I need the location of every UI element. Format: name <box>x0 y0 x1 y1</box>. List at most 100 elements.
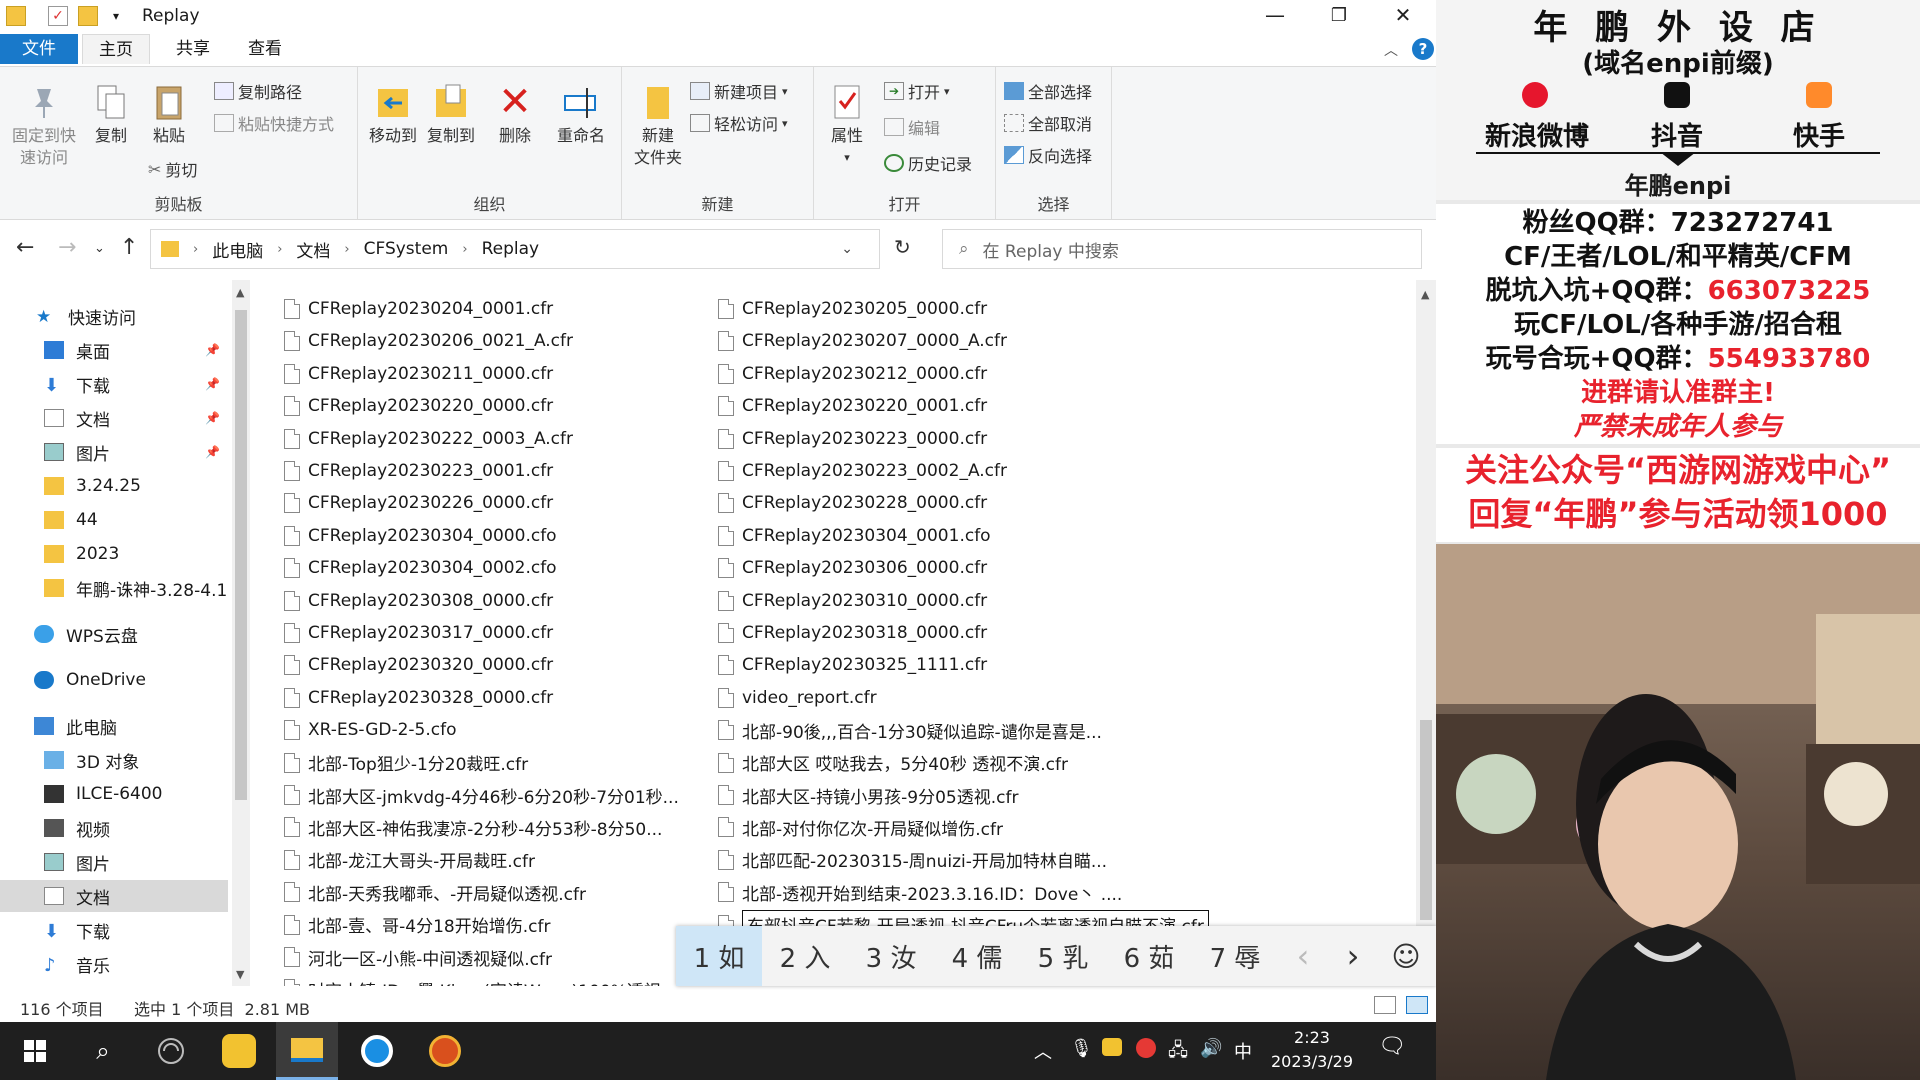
browser-icon[interactable] <box>346 1022 408 1080</box>
tray-app-icon[interactable] <box>1102 1038 1122 1056</box>
breadcrumb-documents[interactable]: 文档 <box>296 237 330 262</box>
file-scrollbar[interactable]: ▲ <box>1416 280 1436 986</box>
rename-button[interactable]: 重命名 <box>548 81 614 147</box>
file-item[interactable]: 北部匹配-20230315-周nuizi-开局加特林自瞄... <box>718 846 1107 874</box>
crossfire-game-icon[interactable] <box>414 1022 476 1080</box>
file-item[interactable]: CFReplay20230223_0001.cfr <box>284 457 553 485</box>
breadcrumb-replay[interactable]: Replay <box>482 239 540 259</box>
nav-scroll-thumb[interactable] <box>235 310 247 800</box>
minimize-button[interactable]: — <box>1244 0 1306 30</box>
nav-desktop[interactable]: 桌面 📌 <box>0 334 228 366</box>
properties-button[interactable]: 属性 ▾ <box>822 81 872 169</box>
close-button[interactable]: ✕ <box>1372 0 1434 30</box>
nav-pc-documents[interactable]: 文档 <box>0 880 228 912</box>
pin-quick-access-button[interactable]: 固定到快 速访问 <box>6 81 82 169</box>
up-arrow-icon[interactable]: ↑ <box>120 235 138 260</box>
file-item[interactable]: CFReplay20230222_0003_A.cfr <box>284 425 573 453</box>
ime-candidate-1[interactable]: 1 如 <box>676 926 762 986</box>
paste-button[interactable]: 粘贴 <box>144 81 194 147</box>
select-all-button[interactable]: 全部选择 <box>1004 79 1092 103</box>
nav-onedrive[interactable]: OneDrive <box>0 664 228 696</box>
file-item[interactable]: CFReplay20230207_0000_A.cfr <box>718 327 1007 355</box>
ime-candidate-4[interactable]: 4 儒 <box>934 926 1020 986</box>
file-item[interactable]: 北部-龙江大哥头-开局裁旺.cfr <box>284 846 535 874</box>
file-item[interactable]: CFReplay20230304_0001.cfo <box>718 522 991 550</box>
nav-documents[interactable]: 文档 📌 <box>0 402 228 434</box>
file-item[interactable]: CFReplay20230328_0000.cfr <box>284 684 553 712</box>
edit-button[interactable]: 编辑 <box>884 115 940 139</box>
file-item[interactable]: CFReplay20230228_0000.cfr <box>718 489 987 517</box>
ime-candidate-3[interactable]: 3 汝 <box>848 926 934 986</box>
ime-candidate-5[interactable]: 5 乳 <box>1020 926 1106 986</box>
nav-camera[interactable]: ILCE-6400 <box>0 778 228 810</box>
help-icon[interactable]: ? <box>1412 38 1434 60</box>
nav-folder-2023[interactable]: 2023 <box>0 538 228 570</box>
file-item[interactable]: CFReplay20230220_0001.cfr <box>718 392 987 420</box>
nav-folder-nianpeng[interactable]: 年鹏-诛神-3.28-4.18 <box>0 572 228 604</box>
properties-check-icon[interactable]: ✓ <box>48 6 68 26</box>
file-item[interactable]: 北部大区-持镜小男孩-9分05透视.cfr <box>718 781 1018 809</box>
tab-home[interactable]: 主页 <box>82 34 150 64</box>
forward-arrow-icon[interactable]: → <box>58 235 76 260</box>
nav-quick-access[interactable]: ★ 快速访问 <box>0 300 228 332</box>
clock[interactable]: 2:23 2023/3/29 <box>1264 1026 1360 1074</box>
collapse-ribbon-icon[interactable]: ︿ <box>1384 40 1398 60</box>
microphone-icon[interactable]: 🎙 <box>1070 1038 1093 1059</box>
qat-dropdown-icon[interactable]: ▾ <box>106 6 126 26</box>
address-bar[interactable]: › 此电脑 › 文档 › CFSystem › Replay ⌄ <box>150 229 880 269</box>
file-item[interactable]: 时空小镇-ID：璺.King-(字读Wang)100%透视... <box>284 975 677 986</box>
file-item[interactable]: 北部-Top狙少-1分20裁旺.cfr <box>284 749 528 777</box>
ime-candidate-7[interactable]: 7 辱 <box>1192 926 1278 986</box>
app-face-icon[interactable] <box>208 1022 270 1080</box>
nav-3d-objects[interactable]: 3D 对象 <box>0 744 228 776</box>
file-scroll-thumb[interactable] <box>1420 720 1432 920</box>
file-item[interactable]: CFReplay20230223_0000.cfr <box>718 425 987 453</box>
ime-language-indicator[interactable]: 中 <box>1234 1038 1252 1064</box>
new-folder-icon[interactable] <box>78 6 98 26</box>
file-item[interactable]: CFReplay20230310_0000.cfr <box>718 587 987 615</box>
file-item[interactable]: CFReplay20230308_0000.cfr <box>284 587 553 615</box>
file-item[interactable]: 河北一区-小熊-中间透视疑似.cfr <box>284 943 552 971</box>
file-item[interactable]: CFReplay20230205_0000.cfr <box>718 295 987 323</box>
nav-pictures[interactable]: 图片 📌 <box>0 436 228 468</box>
recent-dropdown-icon[interactable]: ⌄ <box>94 241 105 256</box>
file-item[interactable]: CFReplay20230211_0000.cfr <box>284 360 553 388</box>
scroll-up-icon[interactable]: ▲ <box>236 286 244 299</box>
history-button[interactable]: 历史记录 <box>884 151 972 175</box>
ime-next-icon[interactable]: › <box>1328 926 1378 986</box>
delete-button[interactable]: ✕ 删除 <box>490 81 540 147</box>
ime-prev-icon[interactable]: ‹ <box>1278 926 1328 986</box>
scroll-up-icon[interactable]: ▲ <box>1421 288 1429 301</box>
file-item[interactable]: 北部-天秀我嘟乖、-开局疑似透视.cfr <box>284 878 586 906</box>
file-item[interactable]: 北部大区 哎哒我去，5分40秒 透视不演.cfr <box>718 749 1068 777</box>
file-item[interactable]: 北部大区-jmkvdg-4分46秒-6分20秒-7分01秒... <box>284 781 679 809</box>
ime-emoji-icon[interactable]: ☺ <box>1378 926 1434 986</box>
task-view-icon[interactable] <box>140 1022 202 1080</box>
file-item[interactable]: 北部-壹、哥-4分18开始增伤.cfr <box>284 911 550 939</box>
nav-this-pc[interactable]: 此电脑 <box>0 710 228 742</box>
scroll-down-icon[interactable]: ▼ <box>236 968 244 981</box>
nav-pc-pictures[interactable]: 图片 <box>0 846 228 878</box>
tab-share[interactable]: 共享 <box>160 34 226 64</box>
new-item-button[interactable]: 新建项目 ▾ <box>690 79 788 103</box>
file-item[interactable]: CFReplay20230317_0000.cfr <box>284 619 553 647</box>
network-icon[interactable]: 🖧 <box>1168 1038 1188 1068</box>
maximize-button[interactable]: ❐ <box>1308 0 1370 30</box>
large-icons-view-icon[interactable] <box>1406 996 1428 1014</box>
open-button[interactable]: ➔ 打开 ▾ <box>884 79 950 103</box>
tray-expand-icon[interactable]: ︿ <box>1034 1038 1052 1064</box>
copy-path-button[interactable]: 复制路径 <box>214 79 302 103</box>
breadcrumb-cfsystem[interactable]: CFSystem <box>364 239 449 259</box>
address-dropdown-icon[interactable]: ⌄ <box>841 241 853 257</box>
tab-file[interactable]: 文件 <box>0 34 78 64</box>
select-none-button[interactable]: 全部取消 <box>1004 111 1092 135</box>
invert-selection-button[interactable]: 反向选择 <box>1004 143 1092 167</box>
file-item[interactable]: CFReplay20230304_0000.cfo <box>284 522 557 550</box>
copy-button[interactable]: 复制 <box>86 81 136 147</box>
move-to-button[interactable]: 移动到 <box>366 81 420 147</box>
file-item[interactable]: CFReplay20230226_0000.cfr <box>284 489 553 517</box>
volume-icon[interactable]: 🔊 <box>1200 1038 1222 1059</box>
file-item[interactable]: video_report.cfr <box>718 684 877 712</box>
refresh-icon[interactable]: ↻ <box>894 235 911 259</box>
nav-pc-downloads[interactable]: ⬇ 下载 <box>0 914 228 946</box>
